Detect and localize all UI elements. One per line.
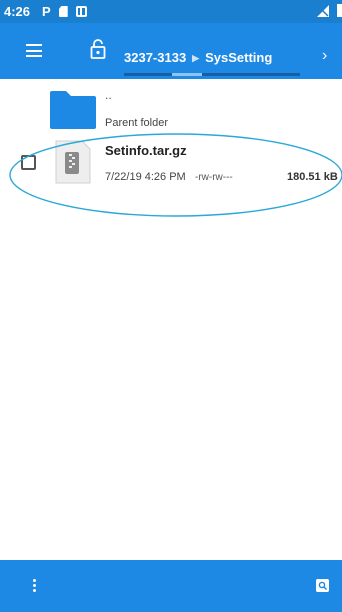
- breadcrumb-scroll-thumb[interactable]: [172, 73, 202, 76]
- more-vert-icon[interactable]: [33, 579, 37, 593]
- parent-folder-row[interactable]: .. Parent folder: [0, 84, 342, 134]
- sim-card-icon: [58, 6, 68, 17]
- breadcrumb: 3237-3133 ▶ SysSetting: [124, 50, 272, 65]
- bottom-bar: [0, 560, 342, 612]
- parent-folder-dots: ..: [105, 88, 112, 102]
- toolbar: 3237-3133 ▶ SysSetting ›: [0, 23, 342, 79]
- archive-file-icon: [55, 140, 91, 184]
- lock-icon[interactable]: [90, 39, 106, 59]
- breadcrumb-item-syssetting[interactable]: SysSetting: [205, 50, 272, 65]
- file-permissions: -rw-rw---: [195, 172, 233, 183]
- file-name: Setinfo.tar.gz: [105, 143, 187, 158]
- screen: 4:26 P 3237-3133 ▶ SysSetting › .. Paren…: [0, 0, 342, 612]
- file-date: 7/22/19 4:26 PM: [105, 171, 186, 183]
- sd-card-icon: [75, 6, 87, 17]
- chevron-right-icon[interactable]: ›: [322, 47, 327, 65]
- hamburger-menu-icon[interactable]: [26, 44, 42, 57]
- status-right: [317, 4, 342, 17]
- file-row[interactable]: Setinfo.tar.gz 7/22/19 4:26 PM -rw-rw---…: [0, 140, 342, 188]
- battery-icon: [337, 4, 342, 17]
- file-checkbox[interactable]: [21, 155, 36, 170]
- folder-icon: [50, 91, 96, 129]
- no-signal-icon: [317, 4, 329, 17]
- status-time: 4:26: [4, 4, 31, 19]
- p-icon: P: [42, 4, 51, 19]
- breadcrumb-item-3237-3133[interactable]: 3237-3133: [124, 50, 186, 65]
- breadcrumb-scroll-track: [124, 73, 300, 76]
- file-size: 180.51 kB: [287, 171, 338, 183]
- status-bar: 4:26 P: [0, 0, 342, 23]
- parent-folder-label: Parent folder: [105, 117, 168, 129]
- breadcrumb-separator-icon: ▶: [192, 53, 200, 63]
- search-icon[interactable]: [316, 579, 329, 592]
